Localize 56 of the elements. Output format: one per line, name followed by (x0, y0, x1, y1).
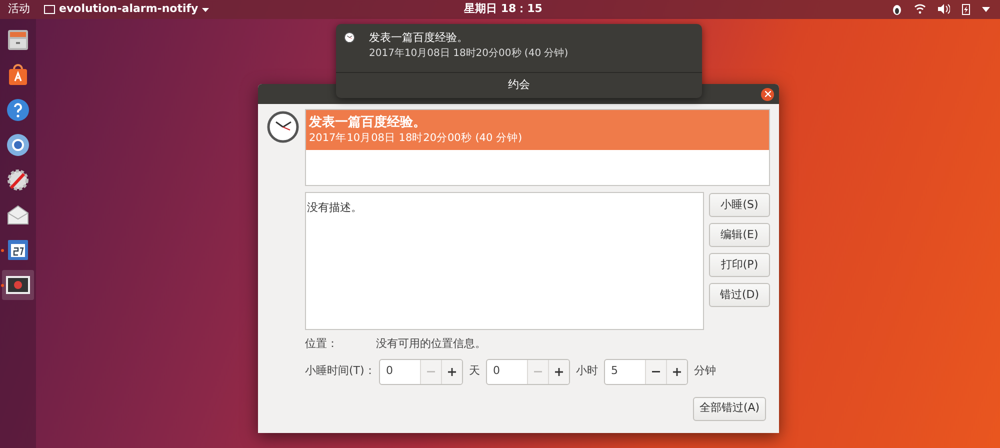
calendar-icon (6, 238, 30, 262)
plus-icon (673, 368, 681, 376)
location-value: 没有可用的位置信息。 (376, 336, 486, 352)
window-icon (5, 274, 31, 296)
close-icon (764, 91, 770, 97)
plus-icon (555, 368, 563, 376)
action-button[interactable]: 错过(D) (709, 283, 770, 307)
wifi-icon[interactable] (914, 4, 926, 14)
notification-title: 发表一篇百度经验。 (369, 32, 469, 44)
file-cabinet-icon (6, 28, 30, 52)
action-button[interactable]: 编辑(E) (709, 223, 770, 247)
notification-time: 2017年10月08日 18时20分00秒 (40 分钟) (369, 48, 568, 60)
shopping-bag-icon (6, 63, 30, 87)
close-button[interactable] (761, 88, 774, 100)
alarm-title: 发表一篇百度经验。 (309, 114, 427, 131)
unit-label: 小时 (575, 363, 599, 380)
app-menu[interactable]: evolution-alarm-notify (44, 1, 210, 18)
alarm-time: 2017年10月08日 18时20分00秒 (40 分钟) (309, 131, 524, 146)
location-label: 位置： (305, 336, 339, 352)
increment-button[interactable] (666, 360, 687, 384)
action-button[interactable]: 小睡(S) (709, 193, 770, 217)
spin-value: 0 (492, 363, 501, 380)
minus-icon (427, 370, 435, 372)
minus-icon (652, 370, 660, 372)
penguin-icon[interactable] (892, 4, 902, 14)
caret-icon (202, 8, 210, 12)
snooze-label: 小睡时间(T)： (305, 363, 376, 380)
battery-icon[interactable] (962, 3, 970, 15)
gear-icon (6, 168, 30, 192)
help-icon (6, 98, 30, 122)
clock-icon (344, 32, 355, 43)
clock[interactable]: 星期日 18：15 (464, 1, 542, 18)
activities-button[interactable]: 活动 (8, 1, 30, 18)
volume-icon[interactable] (938, 4, 950, 14)
unit-label: 分钟 (693, 363, 717, 380)
caret-icon[interactable] (982, 6, 990, 12)
browser-icon (6, 133, 30, 157)
dismiss-all-button[interactable]: 全部错过(A) (693, 396, 766, 420)
spin-field[interactable]: 0 (486, 358, 570, 384)
window-icon (44, 5, 55, 14)
decrement-button[interactable] (645, 360, 666, 384)
unit-label: 天 (468, 363, 481, 380)
action-button[interactable]: 打印(P) (709, 253, 770, 277)
clock-icon (267, 111, 299, 143)
spin-value: 0 (385, 363, 394, 380)
envelope-icon (6, 203, 30, 227)
spin-value: 5 (610, 363, 619, 380)
spin-field[interactable]: 0 (379, 358, 463, 384)
description-text: 没有描述。 (307, 201, 362, 214)
plus-icon (448, 368, 456, 376)
spin-field[interactable]: 5 (604, 358, 688, 384)
minus-icon (534, 370, 542, 372)
increment-button[interactable] (441, 360, 462, 384)
notification-action[interactable]: 约会 (336, 72, 702, 98)
increment-button[interactable] (548, 360, 569, 384)
dock-item[interactable] (2, 270, 34, 300)
